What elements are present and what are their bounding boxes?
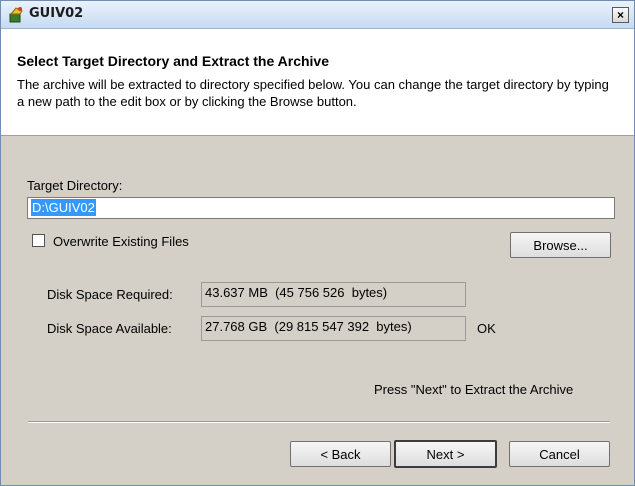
disk-required-label: Disk Space Required:: [47, 287, 173, 302]
header-panel: Select Target Directory and Extract the …: [1, 29, 634, 136]
window-title: GUIV02: [29, 6, 84, 21]
close-icon: ×: [616, 8, 624, 22]
browse-button[interactable]: Browse...: [510, 232, 611, 258]
disk-available-label: Disk Space Available:: [47, 321, 172, 336]
disk-required-value: 43.637 MB (45 756 526 bytes): [201, 282, 466, 307]
page-title: Select Target Directory and Extract the …: [17, 53, 329, 69]
title-bar[interactable]: GUIV02 ×: [1, 1, 634, 29]
page-description: The archive will be extracted to directo…: [17, 77, 609, 109]
target-directory-label: Target Directory:: [27, 178, 123, 193]
extract-hint: Press "Next" to Extract the Archive: [374, 382, 574, 397]
close-button[interactable]: ×: [612, 7, 629, 23]
disk-status: OK: [477, 321, 496, 336]
cancel-button[interactable]: Cancel: [509, 441, 610, 467]
installer-window: GUIV02 × Select Target Directory and Ext…: [0, 0, 635, 486]
target-directory-input[interactable]: D:\GUIV02: [27, 197, 615, 219]
overwrite-checkbox[interactable]: [32, 234, 45, 247]
app-icon: [9, 7, 23, 23]
target-directory-value: D:\GUIV02: [31, 199, 96, 216]
overwrite-label[interactable]: Overwrite Existing Files: [53, 234, 189, 249]
disk-available-value: 27.768 GB (29 815 547 392 bytes): [201, 316, 466, 341]
back-button[interactable]: < Back: [290, 441, 391, 467]
footer-separator: [28, 421, 610, 423]
next-button[interactable]: Next >: [394, 440, 497, 468]
